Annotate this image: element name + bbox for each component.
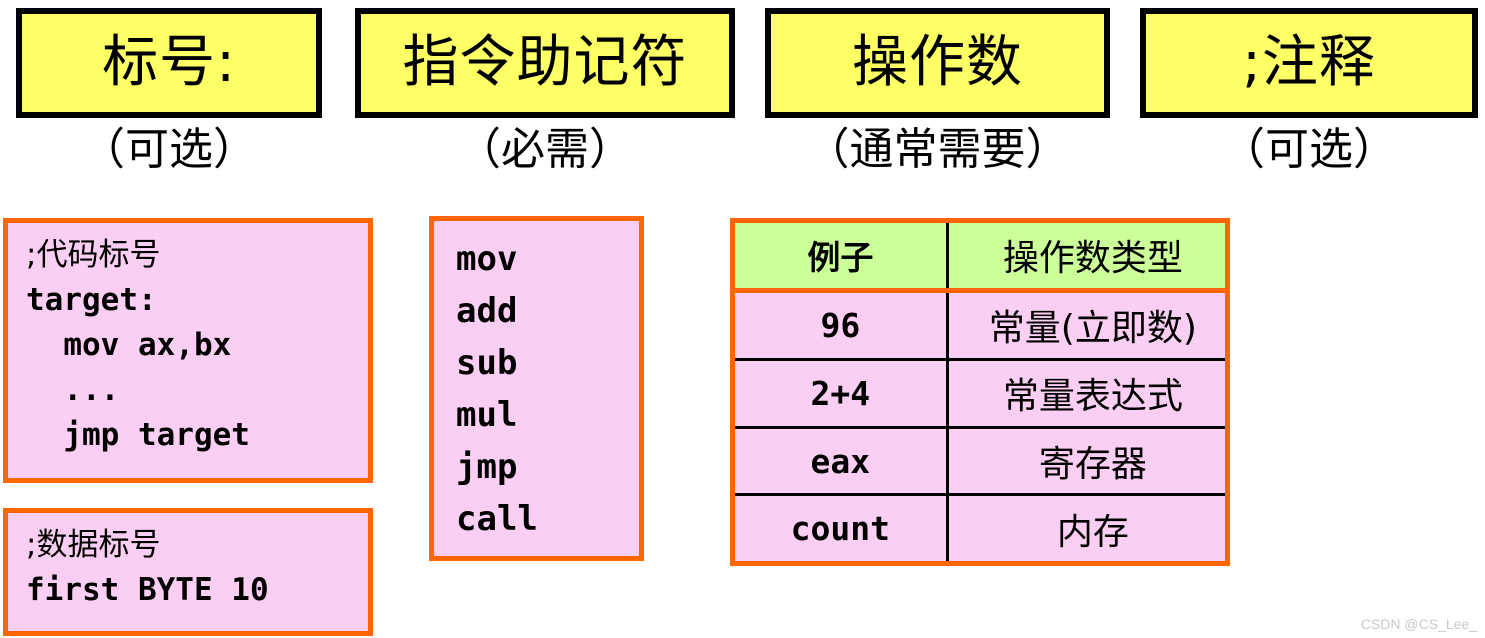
header-box-operand-text: 操作数 [852,30,1023,95]
header-subtitle-operand: （通常需要） [755,128,1120,172]
table-header-example: 例子 [735,223,949,293]
mnemonic-item: add [456,291,518,331]
code-label-line: jmp target [26,417,250,453]
table-cell-example: eax [735,425,949,495]
mnemonic-item: mul [456,395,518,435]
header-box-comment-text: ;注释 [1242,30,1376,95]
header-subtitle-operand-text: （通常需要） [805,124,1070,175]
operand-type-table: 例子 操作数类型 96 常量(立即数) 2+4 常量表达式 eax 寄存器 co… [730,218,1230,566]
header-box-mnemonic: 指令助记符 [355,8,735,118]
header-subtitle-mnemonic: （必需） [355,128,735,172]
table-cell-type: 常量(立即数) [947,290,1225,360]
table-row: eax 寄存器 [735,425,1225,495]
code-label-line: mov ax,bx [26,327,232,363]
header-box-comment: ;注释 [1140,8,1478,118]
table-row: 96 常量(立即数) [735,290,1225,360]
code-label-line: target: [26,282,157,318]
header-subtitle-label: （可选） [16,128,322,172]
header-box-mnemonic-text: 指令助记符 [402,30,688,95]
table-header-row: 例子 操作数类型 [735,223,1225,293]
table-cell-type: 常量表达式 [947,357,1225,428]
code-label-comment: ;代码标号 [26,237,161,273]
code-label-line: ... [26,372,120,408]
mnemonic-item: jmp [456,447,518,487]
table-header-type: 操作数类型 [947,223,1225,293]
header-box-label: 标号: [16,8,322,118]
table-cell-type: 寄存器 [947,425,1225,495]
table-cell-example: count [735,493,949,561]
table-cell-example: 2+4 [735,357,949,428]
mnemonic-item: mov [456,239,518,279]
mnemonic-list-box: mov add sub mul jmp call [429,216,644,561]
table-row: count 内存 [735,493,1225,561]
mnemonic-item: sub [456,343,518,383]
table-cell-type: 内存 [947,493,1225,561]
table-row: 2+4 常量表达式 [735,357,1225,428]
header-subtitle-mnemonic-text: （必需） [457,124,633,175]
header-box-label-text: 标号: [102,30,236,95]
header-subtitle-comment: （可选） [1140,128,1478,172]
data-label-comment: ;数据标号 [26,527,161,563]
header-box-operand: 操作数 [765,8,1110,118]
code-label-example-box: ;代码标号 target: mov ax,bx ... jmp target [3,218,373,483]
header-subtitle-label-text: （可选） [81,124,257,175]
header-subtitle-comment-text: （可选） [1221,124,1397,175]
data-label-example-box: ;数据标号 first BYTE 10 [3,508,373,636]
table-cell-example: 96 [735,290,949,360]
watermark: CSDN @CS_Lee_ [1360,616,1477,632]
data-label-line: first BYTE 10 [26,572,269,608]
mnemonic-item: call [456,499,538,539]
